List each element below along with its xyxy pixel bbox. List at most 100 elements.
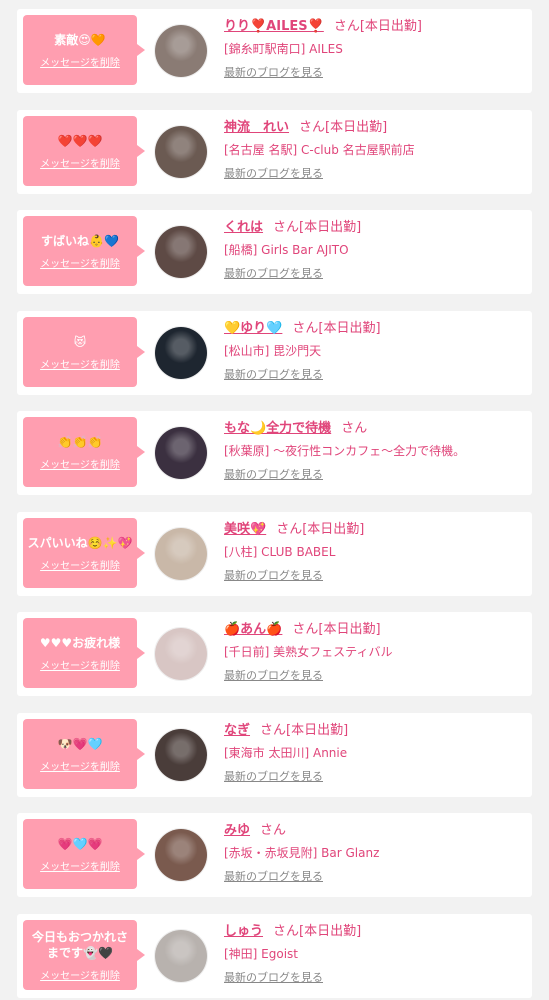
- delete-message-link[interactable]: メッセージを削除: [40, 657, 120, 672]
- shop-text: [東海市 太田川] Annie: [224, 746, 348, 760]
- message-bubble: 💗🩵💗 メッセージを削除: [23, 819, 145, 889]
- status-text: [本日出勤]: [286, 723, 349, 738]
- profile-info: もな🌙全力で待機 さん [秋葉原] 〜夜行性コンカフェ〜全力で待機。 最新のブログ…: [224, 419, 526, 485]
- delete-message-link[interactable]: メッセージを削除: [40, 967, 120, 982]
- message-text: ❤️❤️❤️: [57, 133, 103, 148]
- name-line: 神流 れい さん[本日出勤]: [224, 118, 526, 138]
- message-bubble: すばいね👶💙 メッセージを削除: [23, 216, 145, 286]
- message-text: すばいね👶💙: [41, 233, 119, 248]
- shop-text: [赤坂・赤坂見附] Bar Glanz: [224, 846, 380, 860]
- avatar[interactable]: [154, 929, 208, 983]
- shop-text: [船橋] Girls Bar AJITO: [224, 243, 349, 257]
- delete-message-link[interactable]: メッセージを削除: [40, 758, 120, 773]
- latest-blog-link[interactable]: 最新のブログを見る: [224, 164, 323, 184]
- avatar[interactable]: [154, 24, 208, 78]
- latest-blog-link[interactable]: 最新のブログを見る: [224, 566, 323, 586]
- latest-blog-link[interactable]: 最新のブログを見る: [224, 365, 323, 385]
- message-card: すばいね👶💙 メッセージを削除 くれは さん[本日出勤] [船橋] Girls B…: [17, 210, 532, 294]
- avatar[interactable]: [154, 225, 208, 279]
- avatar[interactable]: [154, 728, 208, 782]
- profile-info: 💛ゆり🩵 さん[本日出勤] [松山市] 毘沙門天 最新のブログを見る: [224, 319, 526, 385]
- status-text: [本日出勤]: [318, 321, 381, 336]
- message-bubble: ❤️❤️❤️ メッセージを削除: [23, 116, 145, 186]
- profile-name-link[interactable]: りり❣️AILES❣️: [224, 19, 324, 34]
- message-card: 😻 メッセージを削除 💛ゆり🩵 さん[本日出勤] [松山市] 毘沙門天 最新のブロ…: [17, 311, 532, 395]
- name-line: 🍎あん🍎 さん[本日出勤]: [224, 620, 526, 640]
- shop-text: [名古屋 名駅] C-club 名古屋駅前店: [224, 143, 415, 157]
- name-line: 美咲💖 さん[本日出勤]: [224, 520, 526, 540]
- message-card: ❤️❤️❤️ メッセージを削除 神流 れい さん[本日出勤] [名古屋 名駅] C…: [17, 110, 532, 194]
- avatar-image: [155, 25, 207, 77]
- latest-blog-link[interactable]: 最新のブログを見る: [224, 666, 323, 686]
- shop-text: [秋葉原] 〜夜行性コンカフェ〜全力で待機。: [224, 444, 466, 458]
- name-line: くれは さん[本日出勤]: [224, 218, 526, 238]
- status-text: [本日出勤]: [318, 622, 381, 637]
- profile-name-link[interactable]: 神流 れい: [224, 120, 289, 135]
- status-text: [本日出勤]: [299, 220, 362, 235]
- name-line: 💛ゆり🩵 さん[本日出勤]: [224, 319, 526, 339]
- message-card: 今日もおつかれさまです👻🖤 メッセージを削除 しゅう さん[本日出勤] [神田] …: [17, 914, 532, 998]
- message-card: 💗🩵💗 メッセージを削除 みゆ さん [赤坂・赤坂見附] Bar Glanz 最新…: [17, 813, 532, 897]
- name-line: りり❣️AILES❣️ さん[本日出勤]: [224, 17, 526, 37]
- honorific: さん: [276, 522, 303, 537]
- message-bubble: 素敵😍🧡 メッセージを削除: [23, 15, 145, 85]
- message-card: 🐶💗🩵 メッセージを削除 なぎ さん[本日出勤] [東海市 太田川] Annie …: [17, 713, 532, 797]
- profile-name-link[interactable]: 美咲💖: [224, 522, 266, 537]
- profile-name-link[interactable]: しゅう: [224, 924, 263, 939]
- honorific: さん: [292, 622, 319, 637]
- status-text: [本日出勤]: [302, 522, 365, 537]
- profile-info: りり❣️AILES❣️ さん[本日出勤] [錦糸町駅南口] AILES 最新のブロ…: [224, 17, 526, 83]
- delete-message-link[interactable]: メッセージを削除: [40, 858, 120, 873]
- avatar[interactable]: [154, 627, 208, 681]
- delete-message-link[interactable]: メッセージを削除: [40, 155, 120, 170]
- profile-info: 美咲💖 さん[本日出勤] [八柱] CLUB BABEL 最新のブログを見る: [224, 520, 526, 586]
- delete-message-link[interactable]: メッセージを削除: [40, 54, 120, 69]
- profile-name-link[interactable]: みゆ: [224, 823, 250, 838]
- profile-info: 🍎あん🍎 さん[本日出勤] [千日前] 美熟女フェスティバル 最新のブログを見る: [224, 620, 526, 686]
- avatar[interactable]: [154, 426, 208, 480]
- delete-message-link[interactable]: メッセージを削除: [40, 356, 120, 371]
- profile-info: なぎ さん[本日出勤] [東海市 太田川] Annie 最新のブログを見る: [224, 721, 526, 787]
- message-bubble: ♥♥♥お疲れ様 メッセージを削除: [23, 618, 145, 688]
- shop-text: [神田] Egoist: [224, 947, 299, 961]
- avatar[interactable]: [154, 527, 208, 581]
- honorific: さん: [260, 723, 287, 738]
- honorific: さん: [273, 220, 300, 235]
- profile-name-link[interactable]: なぎ: [224, 723, 250, 738]
- latest-blog-link[interactable]: 最新のブログを見る: [224, 264, 323, 284]
- profile-info: しゅう さん[本日出勤] [神田] Egoist 最新のブログを見る: [224, 922, 526, 988]
- delete-message-link[interactable]: メッセージを削除: [40, 456, 120, 471]
- shop-text: [八柱] CLUB BABEL: [224, 545, 336, 559]
- status-text: [本日出勤]: [359, 19, 422, 34]
- avatar-image: [155, 427, 207, 479]
- latest-blog-link[interactable]: 最新のブログを見る: [224, 465, 323, 485]
- shop-text: [松山市] 毘沙門天: [224, 344, 322, 358]
- latest-blog-link[interactable]: 最新のブログを見る: [224, 767, 323, 787]
- profile-info: みゆ さん [赤坂・赤坂見附] Bar Glanz 最新のブログを見る: [224, 821, 526, 887]
- profile-name-link[interactable]: くれは: [224, 220, 263, 235]
- profile-name-link[interactable]: 💛ゆり🩵: [224, 321, 282, 336]
- avatar-image: [155, 930, 207, 982]
- delete-message-link[interactable]: メッセージを削除: [40, 255, 120, 270]
- avatar-image: [155, 528, 207, 580]
- honorific: さん: [333, 19, 360, 34]
- shop-text: [千日前] 美熟女フェスティバル: [224, 645, 393, 659]
- avatar-image: [155, 829, 207, 881]
- latest-blog-link[interactable]: 最新のブログを見る: [224, 867, 323, 887]
- honorific: さん: [341, 421, 368, 436]
- latest-blog-link[interactable]: 最新のブログを見る: [224, 968, 323, 988]
- latest-blog-link[interactable]: 最新のブログを見る: [224, 63, 323, 83]
- message-text: ♥♥♥お疲れ様: [39, 635, 121, 650]
- profile-info: くれは さん[本日出勤] [船橋] Girls Bar AJITO 最新のブログを…: [224, 218, 526, 284]
- name-line: みゆ さん: [224, 821, 526, 841]
- delete-message-link[interactable]: メッセージを削除: [40, 557, 120, 572]
- profile-name-link[interactable]: もな🌙全力で待機: [224, 421, 331, 436]
- message-text: 💗🩵💗: [57, 836, 103, 851]
- avatar[interactable]: [154, 125, 208, 179]
- avatar[interactable]: [154, 326, 208, 380]
- avatar[interactable]: [154, 828, 208, 882]
- message-bubble: 👏👏👏 メッセージを削除: [23, 417, 145, 487]
- profile-name-link[interactable]: 🍎あん🍎: [224, 622, 282, 637]
- message-text: 素敵😍🧡: [54, 32, 106, 47]
- honorific: さん: [299, 120, 326, 135]
